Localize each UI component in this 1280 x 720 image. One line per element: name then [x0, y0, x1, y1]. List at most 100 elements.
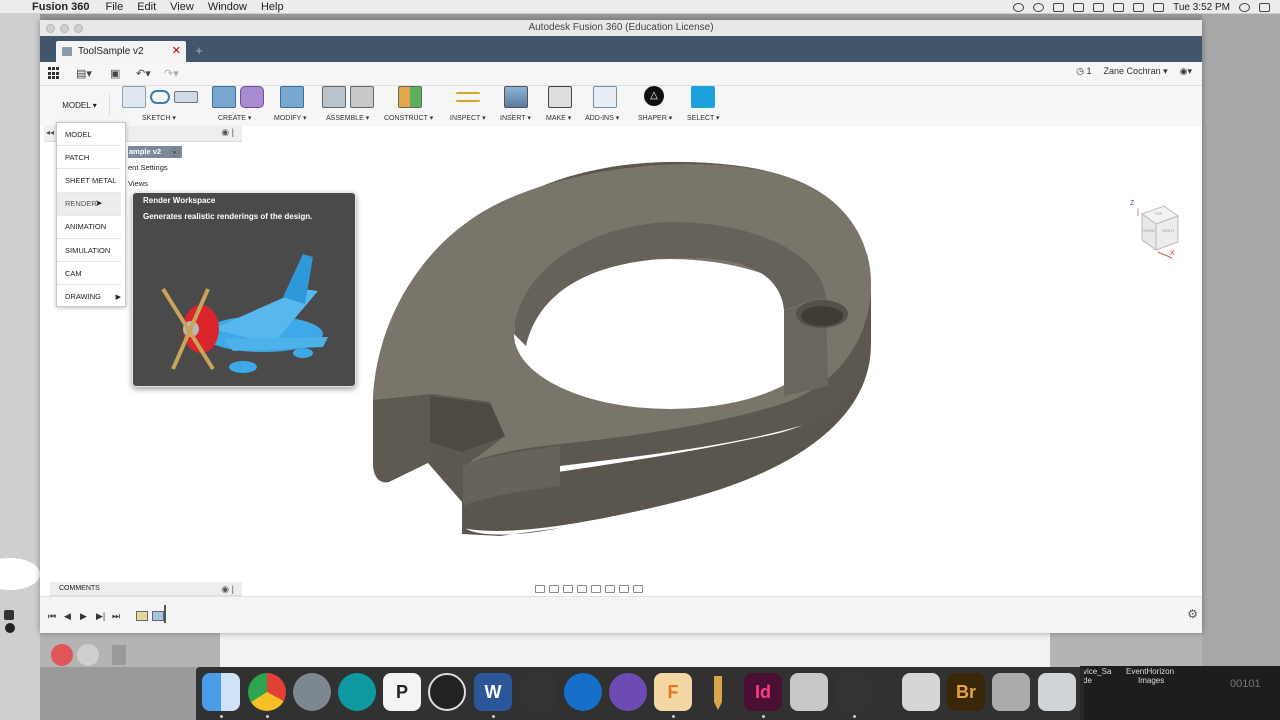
make-label[interactable]: MAKE ▾	[546, 114, 571, 122]
add-ins-label[interactable]: ADD-INS ▾	[585, 114, 619, 122]
form-icon[interactable]	[240, 86, 264, 108]
activate-component-icon[interactable]: ⦿	[170, 146, 179, 159]
go-to-start-icon[interactable]: ⏮	[48, 611, 56, 622]
timeline-feature-extrude-icon[interactable]	[152, 611, 164, 621]
close-window-button[interactable]	[46, 24, 55, 33]
menubar-app-name[interactable]: Fusion 360	[32, 1, 89, 13]
desktop-file-label-3[interactable]: 00101	[1230, 678, 1261, 690]
quicktime-icon[interactable]	[564, 673, 602, 711]
create-label[interactable]: CREATE ▾	[218, 114, 251, 122]
pencil-app-icon[interactable]	[699, 673, 737, 711]
browser-node-views[interactable]: Views	[128, 179, 148, 188]
bridge-icon[interactable]: Br	[947, 673, 985, 711]
viewcube-face-front[interactable]: FRONT	[1142, 228, 1156, 233]
chrome-icon[interactable]	[248, 673, 286, 711]
record-icon[interactable]	[1013, 2, 1025, 12]
timeline-feature-sketch-icon[interactable]	[136, 611, 148, 621]
new-component-icon[interactable]	[322, 86, 346, 108]
user-account-menu[interactable]: Zane Cochran ▾	[1104, 66, 1168, 77]
minimize-window-button[interactable]	[60, 24, 69, 33]
look-at-icon[interactable]	[549, 585, 559, 593]
view-cube[interactable]: Z X TOP FRONT RIGHT	[1128, 200, 1180, 262]
shaper-origin-icon[interactable]: △	[644, 86, 664, 106]
documents-stack-icon[interactable]	[992, 673, 1030, 711]
workspace-switcher[interactable]: MODEL ▾	[50, 94, 110, 116]
workspace-item-render[interactable]: RENDER	[57, 192, 121, 216]
data-panel-grid-icon[interactable]	[48, 67, 60, 80]
construct-label[interactable]: CONSTRUCT ▾	[384, 114, 433, 122]
go-to-end-icon[interactable]: ⏭	[112, 611, 120, 622]
menu-help[interactable]: Help	[261, 1, 284, 13]
menu-file[interactable]: File	[105, 1, 123, 13]
measure-icon[interactable]	[456, 92, 480, 102]
desktop-file-label-2[interactable]: EventHorizon	[1126, 667, 1174, 676]
workspace-item-patch[interactable]: PATCH	[57, 146, 121, 170]
sketch-label[interactable]: SKETCH ▾	[142, 114, 176, 122]
app-icon-b3[interactable]	[428, 673, 466, 711]
finder-icon[interactable]	[202, 673, 240, 711]
inspect-label[interactable]: INSPECT ▾	[450, 114, 486, 122]
select-icon[interactable]	[691, 86, 715, 108]
workspace-item-animation[interactable]: ANIMATION	[57, 216, 121, 239]
save-icon[interactable]: ▣	[110, 67, 120, 80]
volume-icon[interactable]	[1093, 2, 1105, 12]
insert-label[interactable]: INSERT ▾	[500, 114, 531, 122]
airplay-icon[interactable]	[1073, 2, 1085, 12]
pan-icon[interactable]	[563, 585, 573, 593]
workspace-item-model[interactable]: MODEL	[57, 123, 121, 147]
3d-print-icon[interactable]	[548, 86, 572, 108]
zoom-icon[interactable]	[577, 585, 587, 593]
scripts-icon[interactable]	[593, 86, 617, 108]
timeline-marker[interactable]	[164, 605, 166, 623]
timeline-settings-gear-icon[interactable]: ⚙	[1187, 607, 1198, 621]
finish-loop-icon[interactable]	[150, 90, 170, 104]
sync-icon[interactable]	[1033, 2, 1045, 12]
file-menu-icon[interactable]: ▤▾	[76, 67, 92, 80]
workspace-item-simulation[interactable]: SIMULATION	[57, 239, 121, 263]
system-preferences-icon[interactable]	[293, 673, 331, 711]
browser-node-settings[interactable]: ent Settings	[128, 163, 168, 172]
battery-icon[interactable]	[1153, 2, 1165, 12]
select-label[interactable]: SELECT ▾	[687, 114, 720, 122]
notification-center-icon[interactable]	[1259, 2, 1270, 12]
comments-pin-icon[interactable]: ◉ |	[221, 582, 234, 596]
job-status-icon[interactable]: ◷ 1	[1076, 66, 1091, 77]
menu-edit[interactable]: Edit	[137, 1, 156, 13]
menu-view[interactable]: View	[170, 1, 194, 13]
close-tab-icon[interactable]: ✕	[172, 44, 181, 57]
creative-cloud-icon[interactable]	[1053, 2, 1065, 12]
create-sketch-icon[interactable]	[122, 86, 146, 108]
github-desktop-icon[interactable]	[609, 673, 647, 711]
calculator-icon[interactable]	[790, 673, 828, 711]
clock[interactable]: Tue 3:52 PM	[1173, 2, 1230, 13]
spotlight-icon[interactable]	[1239, 2, 1250, 12]
play-icon[interactable]: ▶	[80, 611, 87, 622]
joint-icon[interactable]	[350, 86, 374, 108]
pin-panel-icon[interactable]: ◉ |	[221, 127, 234, 138]
fit-icon[interactable]	[591, 585, 601, 593]
step-back-icon[interactable]: ◀	[64, 611, 71, 622]
extrude-icon[interactable]	[212, 86, 236, 108]
insert-image-icon[interactable]	[504, 86, 528, 108]
undo-icon[interactable]: ↶▾	[136, 67, 151, 80]
workspace-item-sheet-metal[interactable]: SHEET METAL	[57, 169, 121, 193]
wifi-icon[interactable]	[1113, 2, 1125, 12]
comments-panel[interactable]: COMMENTS ◉ |	[50, 582, 242, 596]
menu-window[interactable]: Window	[208, 1, 247, 13]
bluetooth-icon[interactable]	[1133, 2, 1145, 12]
viewcube-face-top[interactable]: TOP	[1154, 211, 1162, 216]
viewports-icon[interactable]	[633, 585, 643, 593]
step-forward-icon[interactable]: ▶|	[96, 611, 105, 622]
desktop-file-label-1b[interactable]: de	[1083, 676, 1092, 685]
word-icon[interactable]: W	[474, 673, 512, 711]
new-tab-button[interactable]: +	[192, 44, 206, 58]
desktop-file-label-2b[interactable]: Images	[1138, 676, 1164, 685]
redo-icon[interactable]: ↷▾	[164, 67, 179, 80]
shaper-label[interactable]: SHAPER ▾	[638, 114, 672, 122]
document-tab[interactable]: ToolSample v2 ✕	[56, 41, 186, 62]
inkscape-icon[interactable]	[519, 673, 557, 711]
fusion-360-icon[interactable]: F	[654, 673, 692, 711]
modify-label[interactable]: MODIFY ▾	[274, 114, 307, 122]
zoom-window-button[interactable]	[74, 24, 83, 33]
xquartz-icon[interactable]	[835, 673, 873, 711]
